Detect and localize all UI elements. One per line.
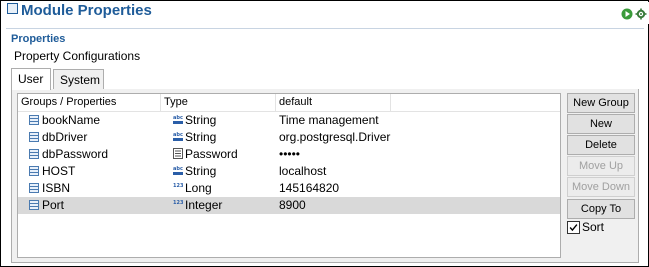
svg-text:abc: abc bbox=[173, 166, 183, 172]
123-icon: 123 bbox=[173, 183, 183, 189]
column-header-groups-properties[interactable]: Groups / Properties bbox=[21, 96, 116, 112]
password-icon bbox=[173, 148, 183, 159]
column-header-default[interactable]: default bbox=[279, 96, 312, 112]
run-icon[interactable] bbox=[621, 8, 633, 20]
property-default: 145164820 bbox=[279, 181, 340, 195]
section-description: Property Configurations bbox=[14, 49, 141, 63]
module-properties-window: Module Properties Properties Property Co… bbox=[0, 0, 649, 267]
property-type-label: Password bbox=[185, 147, 238, 161]
abc-icon: abc bbox=[173, 132, 183, 141]
new-group-button[interactable]: New Group bbox=[567, 93, 635, 113]
tab-user[interactable]: User bbox=[11, 68, 51, 90]
table-row[interactable]: dbDriver abc String org.postgresql.Driver bbox=[18, 129, 560, 146]
property-icon bbox=[29, 200, 39, 210]
page-title: Module Properties bbox=[7, 2, 152, 19]
property-name: dbPassword bbox=[42, 147, 109, 161]
section-divider bbox=[6, 28, 644, 29]
property-icon bbox=[29, 132, 39, 142]
property-default: 8900 bbox=[279, 198, 306, 212]
delete-button[interactable]: Delete bbox=[567, 135, 635, 155]
copy-to-button[interactable]: Copy To bbox=[567, 199, 635, 219]
property-type-label: String bbox=[185, 113, 217, 127]
module-icon bbox=[7, 3, 18, 14]
property-type: abc String bbox=[173, 164, 216, 178]
property-name: Port bbox=[42, 198, 65, 212]
property-type: 123 Long bbox=[173, 181, 212, 195]
property-type-label: String bbox=[185, 164, 217, 178]
section-title: Properties bbox=[11, 33, 66, 45]
property-type: Password bbox=[173, 147, 238, 161]
property-default: Time management bbox=[279, 113, 379, 127]
property-type-label: Integer bbox=[185, 198, 223, 212]
property-name: HOST bbox=[42, 164, 76, 178]
property-icon bbox=[29, 115, 39, 125]
abc-icon: abc bbox=[173, 115, 183, 124]
page-title-text: Module Properties bbox=[21, 2, 152, 19]
tab-system[interactable]: System bbox=[53, 69, 104, 90]
property-type: abc String bbox=[173, 130, 216, 144]
property-type-label: String bbox=[185, 130, 217, 144]
property-icon bbox=[29, 166, 39, 176]
property-name: ISBN bbox=[42, 181, 71, 195]
svg-text:123: 123 bbox=[173, 200, 183, 206]
editor-header: Module Properties bbox=[2, 2, 649, 24]
property-default: ••••• bbox=[279, 147, 301, 161]
column-header-type[interactable]: Type bbox=[164, 96, 188, 112]
table-row[interactable]: dbPassword Password ••••• bbox=[18, 146, 560, 163]
checkmark-icon[interactable] bbox=[567, 221, 580, 234]
123-icon: 123 bbox=[173, 200, 183, 206]
svg-text:abc: abc bbox=[173, 132, 183, 138]
table-header: Groups / Properties Type default bbox=[18, 94, 560, 112]
property-icon bbox=[29, 183, 39, 193]
column-separator[interactable] bbox=[160, 94, 161, 112]
property-type: abc String bbox=[173, 113, 216, 127]
new-property-button[interactable]: New Property bbox=[567, 114, 635, 148]
property-default: localhost bbox=[279, 164, 327, 178]
move-down-button[interactable]: Move Down bbox=[567, 177, 635, 197]
table-row[interactable]: bookName abc String Time management bbox=[18, 112, 560, 129]
property-type-label: Long bbox=[185, 181, 212, 195]
move-up-button[interactable]: Move Up bbox=[567, 156, 635, 176]
property-type: 123 Integer bbox=[173, 198, 222, 212]
table-row[interactable]: ISBN 123 Long 145164820 bbox=[18, 180, 560, 197]
svg-text:123: 123 bbox=[173, 183, 183, 189]
properties-table[interactable]: Groups / Properties Type default bookNam… bbox=[17, 93, 561, 258]
property-name: dbDriver bbox=[42, 130, 88, 144]
column-separator[interactable] bbox=[390, 94, 391, 112]
table-row[interactable]: HOST abc String localhost bbox=[18, 163, 560, 180]
sort-label: Sort bbox=[582, 220, 605, 234]
property-icon bbox=[29, 149, 39, 159]
column-separator[interactable] bbox=[275, 94, 276, 112]
property-name: bookName bbox=[42, 113, 101, 127]
property-default: org.postgresql.Driver bbox=[279, 130, 391, 144]
svg-text:abc: abc bbox=[173, 115, 183, 121]
table-row-selected[interactable]: Port 123 Integer 8900 bbox=[18, 197, 560, 214]
gear-icon[interactable] bbox=[635, 8, 647, 20]
abc-icon: abc bbox=[173, 166, 183, 175]
